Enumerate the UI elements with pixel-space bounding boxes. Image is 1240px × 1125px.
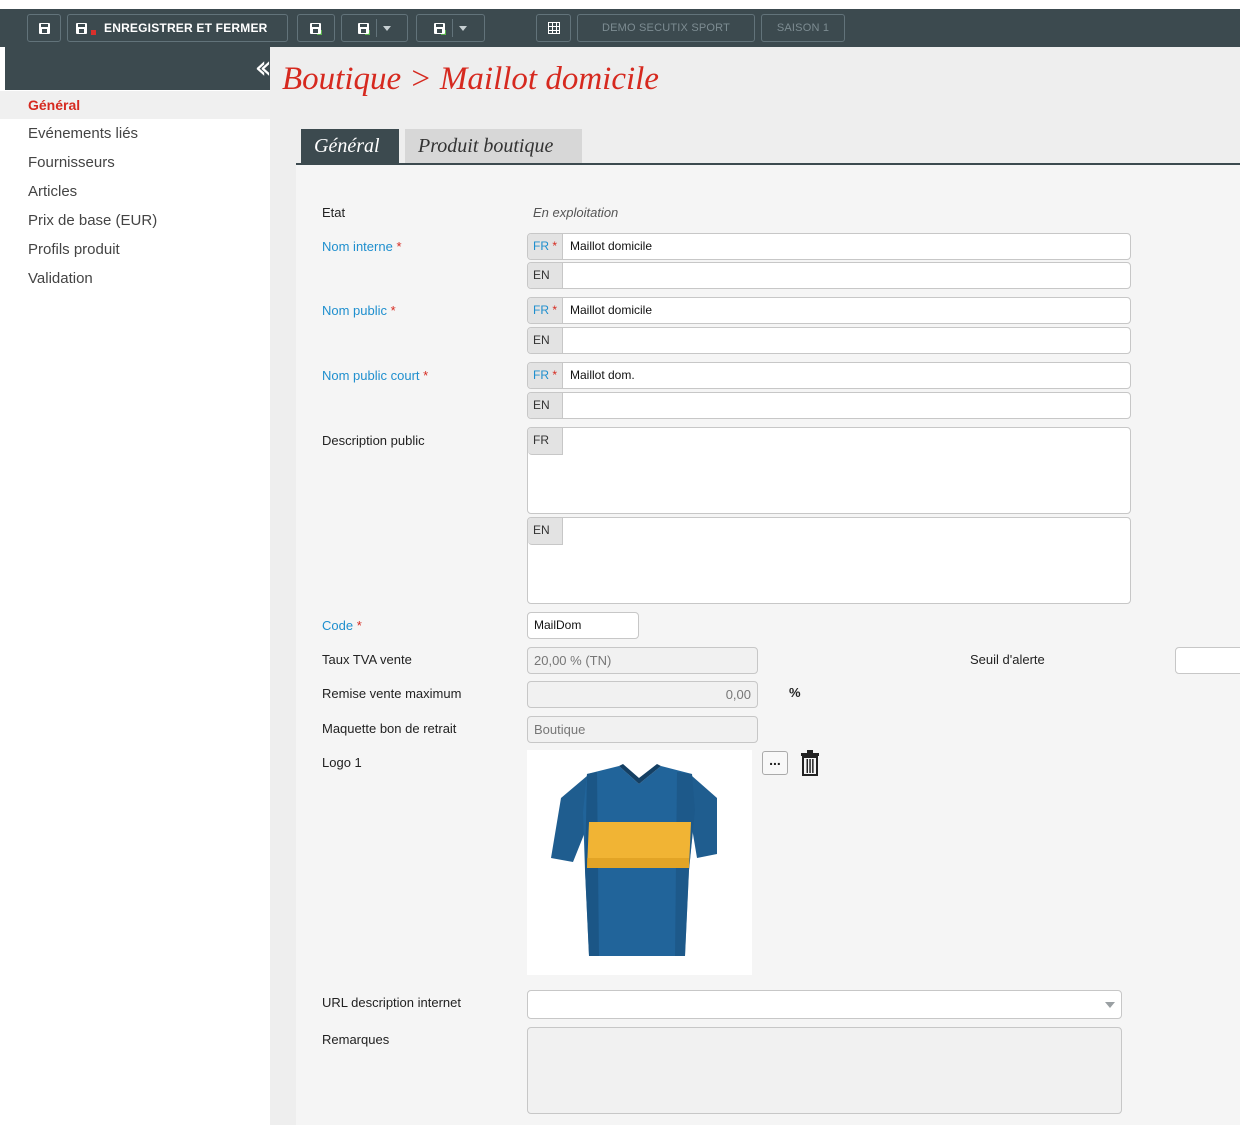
save-close-label: ENREGISTRER ET FERMER bbox=[104, 21, 268, 35]
nom-public-fr-value: Maillot domicile bbox=[570, 303, 653, 317]
lang-tag-fr: FR * bbox=[528, 234, 563, 259]
tab-general[interactable]: Général bbox=[301, 129, 399, 164]
lang-tag-en: EN bbox=[528, 518, 563, 545]
lang-tag-fr: FR * bbox=[528, 298, 563, 323]
maquette-label: Maquette bon de retrait bbox=[322, 721, 457, 736]
etat-label: Etat bbox=[322, 205, 346, 220]
grid-icon bbox=[547, 22, 560, 34]
code-label-text: Code bbox=[322, 618, 354, 633]
season-label: SAISON 1 bbox=[776, 22, 830, 34]
nom-interne-fr-field[interactable]: FR * Maillot domicile bbox=[527, 233, 1131, 260]
lang-tag-en: EN bbox=[528, 393, 563, 418]
tab-produit-boutique[interactable]: Produit boutique bbox=[405, 129, 582, 164]
percent-unit: % bbox=[789, 685, 801, 700]
main-content: Boutique > Maillot domicile Général Prod… bbox=[270, 47, 1240, 1125]
chevron-down-icon bbox=[383, 25, 391, 31]
chevron-down-icon bbox=[1105, 1002, 1115, 1008]
logo-label: Logo 1 bbox=[322, 755, 362, 770]
lang-tag-fr: FR bbox=[528, 428, 563, 455]
nom-public-court-en-field[interactable]: EN bbox=[527, 392, 1131, 419]
remise-max-label: Remise vente maximum bbox=[322, 686, 462, 701]
sidebar-item-prix-de-base[interactable]: Prix de base (EUR) bbox=[0, 207, 270, 235]
page-title: Boutique > Maillot domicile bbox=[282, 61, 659, 97]
required-marker: * bbox=[356, 618, 362, 633]
save-variant-icon bbox=[434, 22, 445, 34]
organization-button[interactable]: DEMO SECUTIX SPORT bbox=[577, 14, 755, 42]
required-marker: * bbox=[396, 239, 402, 254]
maquette-input[interactable]: Boutique bbox=[527, 716, 758, 743]
nom-public-en-field[interactable]: EN bbox=[527, 327, 1131, 354]
url-description-dropdown[interactable] bbox=[527, 990, 1122, 1019]
taux-tva-input[interactable]: 20,00 % (TN) bbox=[527, 647, 758, 674]
nom-public-label-text: Nom public bbox=[322, 303, 388, 318]
remarques-label: Remarques bbox=[322, 1032, 390, 1047]
remarques-textarea[interactable] bbox=[527, 1027, 1122, 1114]
divider bbox=[452, 19, 453, 37]
sidebar-item-fournisseurs[interactable]: Fournisseurs bbox=[0, 149, 270, 177]
sidebar-item-profils-produit[interactable]: Profils produit bbox=[0, 236, 270, 264]
nom-interne-en-field[interactable]: EN bbox=[527, 262, 1131, 289]
season-button[interactable]: SAISON 1 bbox=[761, 14, 845, 42]
more-actions-dropdown[interactable] bbox=[416, 14, 485, 42]
save-button[interactable] bbox=[27, 14, 61, 42]
url-description-label: URL description internet bbox=[322, 995, 461, 1010]
form-panel: Etat En exploitation Nom interne * FR * … bbox=[296, 165, 1240, 1125]
organization-label: DEMO SECUTIX SPORT bbox=[601, 22, 731, 34]
browse-logo-button[interactable]: ... bbox=[762, 751, 788, 775]
nom-public-label: Nom public * bbox=[322, 303, 396, 318]
seuil-alerte-input[interactable] bbox=[1175, 647, 1240, 674]
close-badge-icon bbox=[91, 29, 96, 35]
nom-interne-label: Nom interne * bbox=[322, 239, 402, 254]
nom-public-court-label: Nom public court * bbox=[322, 368, 428, 383]
calendar-grid-button[interactable] bbox=[536, 14, 571, 42]
sidebar-item-articles[interactable]: Articles bbox=[0, 178, 270, 206]
sidebar-item-general[interactable]: Général bbox=[0, 91, 270, 119]
chevron-down-icon bbox=[459, 25, 467, 31]
nom-public-court-fr-value: Maillot dom. bbox=[570, 368, 635, 382]
save-icon bbox=[38, 22, 50, 34]
required-marker: * bbox=[423, 368, 429, 383]
save-close-icon bbox=[76, 22, 87, 34]
collapse-sidebar-icon[interactable]: ‹‹ bbox=[254, 49, 271, 85]
save-copy-icon bbox=[358, 22, 369, 34]
required-marker: * bbox=[390, 303, 396, 318]
trash-icon[interactable] bbox=[799, 750, 821, 776]
nom-interne-label-text: Nom interne bbox=[322, 239, 393, 254]
nom-public-court-fr-field[interactable]: FR * Maillot dom. bbox=[527, 362, 1131, 389]
nom-interne-fr-value: Maillot domicile bbox=[570, 239, 653, 253]
save-and-close-button[interactable]: ENREGISTRER ET FERMER bbox=[67, 14, 288, 42]
save-options-dropdown[interactable] bbox=[341, 14, 408, 42]
taux-tva-label: Taux TVA vente bbox=[322, 652, 412, 667]
nom-public-fr-field[interactable]: FR * Maillot domicile bbox=[527, 297, 1131, 324]
top-toolbar: ENREGISTRER ET FERMER DEMO SECUTIX SPORT… bbox=[0, 0, 1240, 47]
lang-tag-en: EN bbox=[528, 263, 563, 288]
code-label: Code * bbox=[322, 618, 362, 633]
description-public-fr-field[interactable]: FR bbox=[527, 427, 1131, 514]
seuil-alerte-label: Seuil d'alerte bbox=[970, 652, 1045, 667]
sidebar: ‹‹ Général Evénements liés Fournisseurs … bbox=[0, 47, 272, 1125]
description-public-label: Description public bbox=[322, 433, 425, 448]
jersey-icon bbox=[551, 764, 717, 956]
lang-tag-fr: FR * bbox=[528, 363, 563, 388]
description-public-en-field[interactable]: EN bbox=[527, 517, 1131, 604]
sidebar-header: ‹‹ bbox=[5, 47, 272, 90]
logo-image bbox=[527, 750, 752, 975]
sidebar-item-evenements-lies[interactable]: Evénements liés bbox=[0, 120, 270, 148]
code-input[interactable]: MailDom bbox=[527, 612, 639, 639]
nom-public-court-label-text: Nom public court bbox=[322, 368, 420, 383]
etat-value: En exploitation bbox=[533, 205, 619, 220]
divider bbox=[376, 19, 377, 37]
remise-max-input[interactable]: 0,00 bbox=[527, 681, 758, 708]
save-new-button[interactable] bbox=[297, 14, 335, 42]
save-new-icon bbox=[310, 22, 321, 34]
lang-tag-en: EN bbox=[528, 328, 563, 353]
sidebar-item-validation[interactable]: Validation bbox=[0, 265, 270, 293]
